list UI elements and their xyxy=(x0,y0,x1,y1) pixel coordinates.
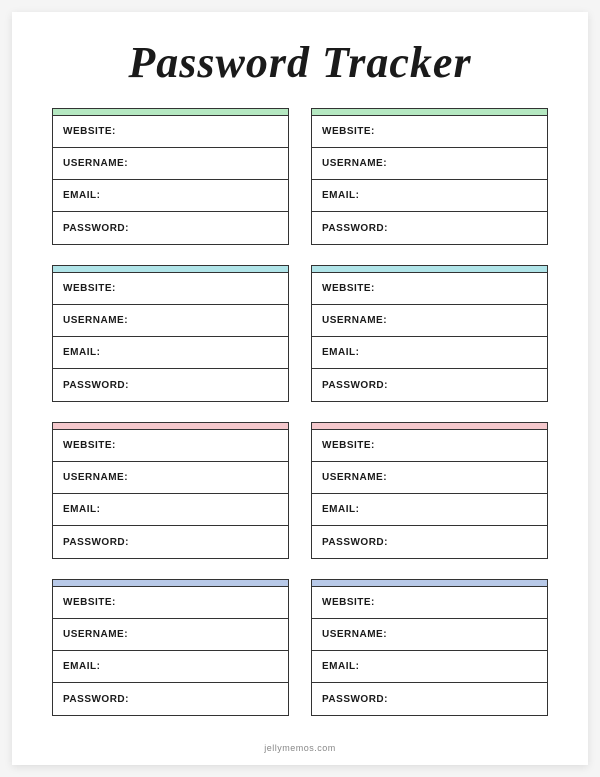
password-card: WEBSITE: USERNAME: EMAIL: PASSWORD: xyxy=(52,422,289,559)
username-row: USERNAME: xyxy=(312,305,547,337)
accent-bar xyxy=(312,109,547,116)
username-row: USERNAME: xyxy=(53,305,288,337)
footer-url: jellymemos.com xyxy=(12,743,588,753)
website-row: WEBSITE: xyxy=(53,587,288,619)
website-row: WEBSITE: xyxy=(312,116,547,148)
accent-bar xyxy=(53,580,288,587)
username-row: USERNAME: xyxy=(312,462,547,494)
website-row: WEBSITE: xyxy=(53,430,288,462)
card-grid: WEBSITE: USERNAME: EMAIL: PASSWORD: WEBS… xyxy=(52,108,548,716)
password-row: PASSWORD: xyxy=(53,212,288,244)
website-row: WEBSITE: xyxy=(53,273,288,305)
email-row: EMAIL: xyxy=(312,651,547,683)
password-row: PASSWORD: xyxy=(312,683,547,715)
page: Password Tracker WEBSITE: USERNAME: EMAI… xyxy=(12,12,588,765)
password-card: WEBSITE: USERNAME: EMAIL: PASSWORD: xyxy=(52,108,289,245)
email-row: EMAIL: xyxy=(53,494,288,526)
password-row: PASSWORD: xyxy=(53,369,288,401)
accent-bar xyxy=(53,109,288,116)
password-card: WEBSITE: USERNAME: EMAIL: PASSWORD: xyxy=(311,422,548,559)
username-row: USERNAME: xyxy=(53,462,288,494)
password-row: PASSWORD: xyxy=(53,526,288,558)
accent-bar xyxy=(53,266,288,273)
username-row: USERNAME: xyxy=(312,148,547,180)
accent-bar xyxy=(312,423,547,430)
email-row: EMAIL: xyxy=(312,337,547,369)
password-row: PASSWORD: xyxy=(312,212,547,244)
email-row: EMAIL: xyxy=(312,180,547,212)
accent-bar xyxy=(312,580,547,587)
accent-bar xyxy=(53,423,288,430)
password-card: WEBSITE: USERNAME: EMAIL: PASSWORD: xyxy=(311,265,548,402)
password-row: PASSWORD: xyxy=(312,526,547,558)
password-card: WEBSITE: USERNAME: EMAIL: PASSWORD: xyxy=(52,265,289,402)
email-row: EMAIL: xyxy=(53,337,288,369)
website-row: WEBSITE: xyxy=(312,430,547,462)
password-card: WEBSITE: USERNAME: EMAIL: PASSWORD: xyxy=(311,108,548,245)
username-row: USERNAME: xyxy=(53,148,288,180)
password-card: WEBSITE: USERNAME: EMAIL: PASSWORD: xyxy=(311,579,548,716)
password-card: WEBSITE: USERNAME: EMAIL: PASSWORD: xyxy=(52,579,289,716)
username-row: USERNAME: xyxy=(312,619,547,651)
accent-bar xyxy=(312,266,547,273)
email-row: EMAIL: xyxy=(312,494,547,526)
website-row: WEBSITE: xyxy=(312,273,547,305)
email-row: EMAIL: xyxy=(53,651,288,683)
password-row: PASSWORD: xyxy=(312,369,547,401)
username-row: USERNAME: xyxy=(53,619,288,651)
website-row: WEBSITE: xyxy=(312,587,547,619)
page-title: Password Tracker xyxy=(52,37,548,88)
email-row: EMAIL: xyxy=(53,180,288,212)
password-row: PASSWORD: xyxy=(53,683,288,715)
website-row: WEBSITE: xyxy=(53,116,288,148)
